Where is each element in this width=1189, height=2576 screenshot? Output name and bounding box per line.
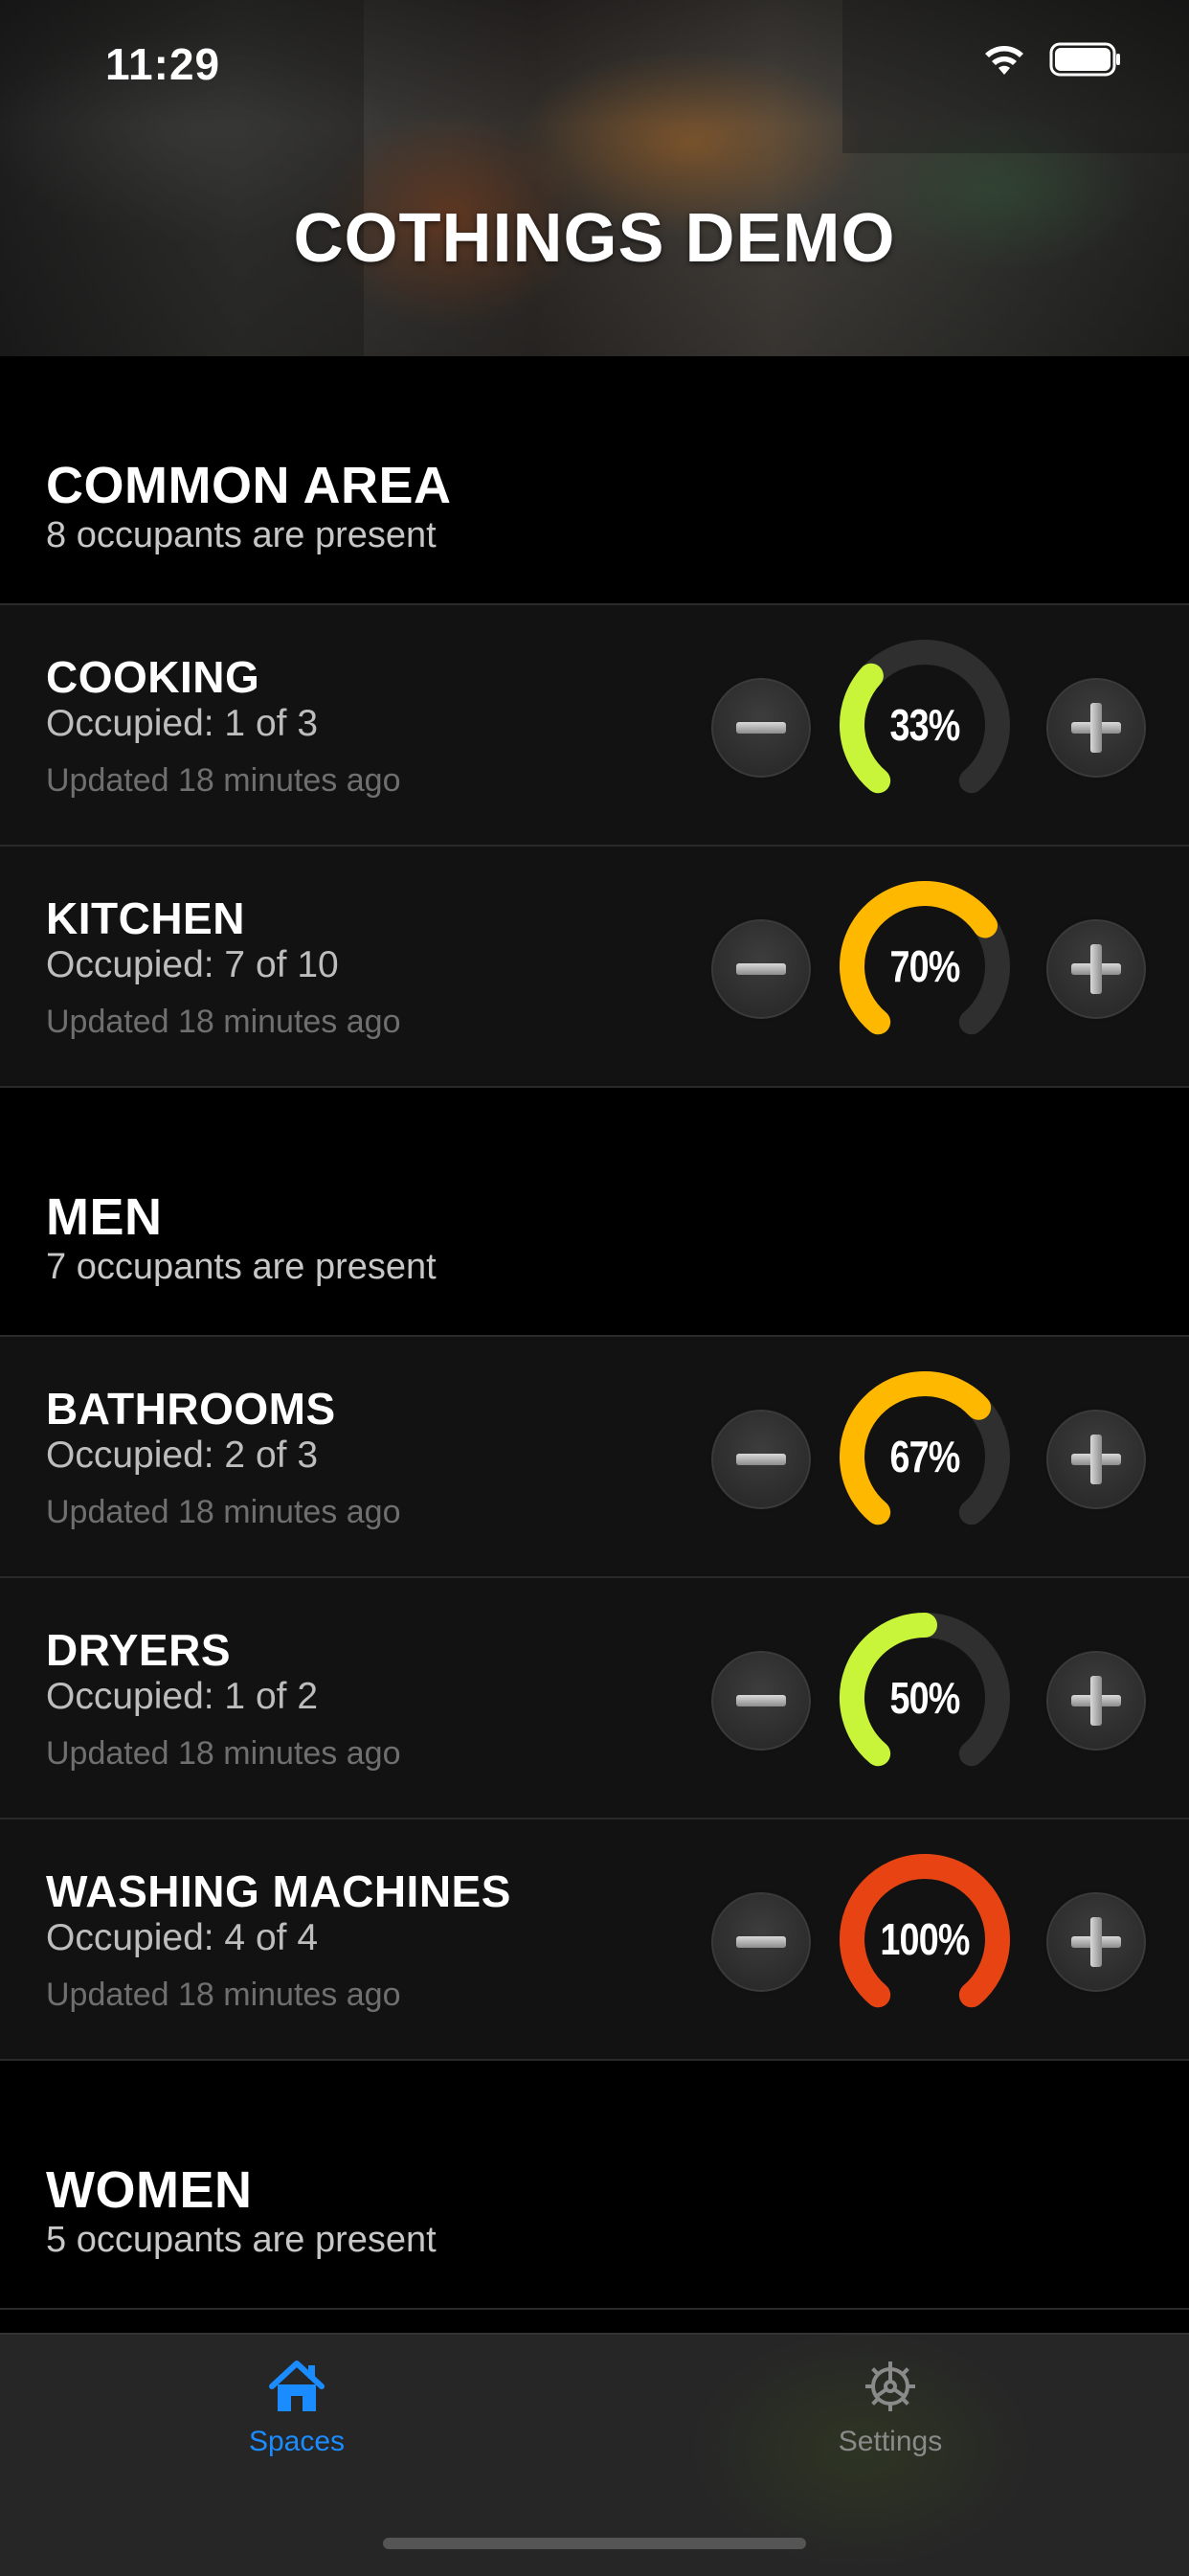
occupancy-gauge: 33% — [829, 629, 1021, 821]
updated-text: Updated 18 minutes ago — [46, 1735, 401, 1772]
minus-icon — [736, 1695, 786, 1706]
space-name: KITCHEN — [46, 893, 245, 943]
status-time: 11:29 — [105, 39, 221, 89]
spaces-list[interactable]: COMMON AREA 8 occupants are present COOKIN… — [0, 356, 1189, 2310]
plus-icon-vertical — [1090, 944, 1102, 994]
section-subtitle: 8 occupants are present — [46, 515, 437, 555]
home-icon — [269, 2361, 325, 2411]
tab-settings[interactable]: Settings — [747, 2358, 1034, 2458]
space-row[interactable]: KITCHEN Occupied: 7 of 10 Updated 18 minut… — [0, 847, 1189, 1088]
section-subtitle: 7 occupants are present — [46, 1247, 437, 1287]
wifi-icon — [985, 46, 1023, 75]
space-name: BATHROOMS — [46, 1384, 336, 1434]
header-banner: 11:29 COTHINGS DEMO — [0, 0, 1189, 356]
plus-icon-vertical — [1090, 1435, 1102, 1484]
minus-icon — [736, 963, 786, 975]
occupancy-text: Occupied: 1 of 3 — [46, 703, 319, 744]
occupancy-gauge: 100% — [829, 1843, 1021, 2035]
decrement-button[interactable] — [708, 916, 814, 1022]
increment-button[interactable] — [1043, 675, 1149, 780]
decrement-button[interactable] — [708, 1407, 814, 1512]
decrement-button[interactable] — [708, 1889, 814, 1995]
space-name: WASHING MACHINES — [46, 1866, 511, 1916]
space-row[interactable]: WASHING MACHINES Occupied: 4 of 4 Updated … — [0, 1819, 1189, 2061]
plus-icon-vertical — [1090, 1917, 1102, 1967]
tab-spaces[interactable]: Spaces — [153, 2358, 440, 2458]
updated-text: Updated 18 minutes ago — [46, 1004, 401, 1040]
decrement-button[interactable] — [708, 675, 814, 780]
header-image-building-right — [842, 0, 1189, 153]
gear-icon — [865, 2361, 915, 2411]
minus-icon — [736, 1454, 786, 1465]
increment-button[interactable] — [1043, 1889, 1149, 1995]
space-name: DRYERS — [46, 1625, 231, 1675]
space-row[interactable]: BATHROOMS Occupied: 2 of 3 Updated 18 minu… — [0, 1337, 1189, 1578]
increment-button[interactable] — [1043, 1648, 1149, 1753]
tab-label-spaces: Spaces — [248, 2426, 346, 2457]
increment-button[interactable] — [1043, 916, 1149, 1022]
updated-text: Updated 18 minutes ago — [46, 1494, 401, 1530]
status-icons — [982, 42, 1122, 77]
occupancy-text: Occupied: 2 of 3 — [46, 1435, 319, 1476]
minus-icon — [736, 1936, 786, 1948]
home-indicator — [383, 2538, 806, 2549]
section-title: COMMON AREA — [46, 457, 452, 514]
battery-icon — [1049, 42, 1120, 77]
updated-text: Updated 18 minutes ago — [46, 1977, 401, 2013]
minus-icon — [736, 722, 786, 734]
updated-text: Updated 18 minutes ago — [46, 762, 401, 799]
plus-icon-vertical — [1090, 703, 1102, 753]
tab-label-settings: Settings — [838, 2426, 943, 2457]
decrement-button[interactable] — [708, 1648, 814, 1753]
section-title: MEN — [46, 1188, 163, 1246]
occupancy-gauge: 50% — [829, 1602, 1021, 1794]
space-row[interactable]: DRYERS Occupied: 1 of 2 Updated 18 minutes… — [0, 1578, 1189, 1819]
section-header: COMMON AREA 8 occupants are present — [0, 356, 1189, 605]
space-row[interactable]: COOKING Occupied: 1 of 3 Updated 18 minute… — [0, 605, 1189, 847]
page-title: COTHINGS DEMO — [293, 200, 896, 277]
occupancy-text: Occupied: 1 of 2 — [46, 1676, 319, 1717]
section-header: WOMEN 5 occupants are present — [0, 2061, 1189, 2310]
occupancy-text: Occupied: 4 of 4 — [46, 1917, 319, 1958]
gauge-percent: 50% — [889, 1673, 960, 1723]
section-title: WOMEN — [46, 2161, 253, 2219]
occupancy-gauge: 70% — [829, 870, 1021, 1062]
gauge-percent: 67% — [889, 1432, 960, 1481]
increment-button[interactable] — [1043, 1407, 1149, 1512]
gauge-percent: 100% — [880, 1914, 970, 1964]
occupancy-text: Occupied: 7 of 10 — [46, 944, 339, 985]
occupancy-gauge: 67% — [829, 1361, 1021, 1552]
section-subtitle: 5 occupants are present — [46, 2220, 437, 2260]
gauge-percent: 70% — [889, 941, 960, 991]
plus-icon-vertical — [1090, 1676, 1102, 1726]
section-header: MEN 7 occupants are present — [0, 1088, 1189, 1337]
gauge-percent: 33% — [889, 700, 960, 750]
space-name: COOKING — [46, 652, 260, 702]
